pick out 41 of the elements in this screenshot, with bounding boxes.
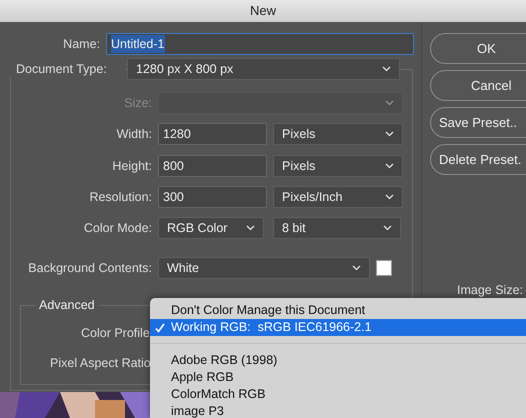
caret-icon (385, 131, 394, 137)
caret-icon (385, 100, 394, 106)
preset-button[interactable]: Save Preset.. (430, 107, 526, 138)
ok-button[interactable]: OK (430, 33, 526, 64)
menu-item[interactable]: Working RGB: sRGB IEC61966-2.1 (150, 319, 526, 336)
background-select[interactable]: White (158, 257, 370, 279)
field-label: Color Mode: (82, 220, 153, 237)
menu-item[interactable]: ColorMatch RGB (150, 386, 526, 403)
color-swatch[interactable] (376, 260, 392, 276)
unit-select[interactable]: Pixels (273, 155, 403, 177)
caret-icon (385, 194, 394, 200)
color-mode-select[interactable]: RGB Color (158, 217, 264, 239)
image-size-label: Image Size: (457, 282, 524, 299)
menu-item[interactable]: Adobe RGB (1998) (150, 352, 526, 369)
caret-icon (385, 163, 394, 169)
caret-icon (382, 66, 391, 72)
checkmark-icon (155, 322, 165, 332)
field-label: Background Contents: (27, 260, 153, 277)
field-label: Color Profile (81, 325, 150, 342)
window-title: New (250, 2, 276, 20)
unit-select[interactable]: Pixels (273, 123, 403, 145)
width-field[interactable]: 1280 (158, 123, 267, 145)
cancel-button[interactable]: Cancel (430, 70, 526, 101)
caret-icon (246, 225, 255, 231)
field-label: Width: (116, 126, 153, 143)
menu-item[interactable]: image P3 (150, 403, 526, 418)
name-field[interactable]: Untitled-1 (106, 33, 414, 55)
menu-item[interactable]: Don't Color Manage this Document (150, 302, 526, 319)
resolution-field[interactable]: 300 (158, 186, 267, 208)
caret-icon (383, 225, 392, 231)
field-label: Pixel Aspect Ratio (50, 355, 151, 372)
field-label: Name: (62, 36, 101, 53)
document-type-select[interactable]: 1280 px X 800 px (127, 58, 400, 80)
field-label: Resolution: (88, 188, 153, 206)
caret-icon (352, 265, 361, 271)
field-label: Height: (111, 158, 153, 175)
height-field[interactable]: 800 (158, 155, 267, 177)
bit-depth-select[interactable]: 8 bit (273, 217, 401, 239)
menu-item[interactable]: Apple RGB (150, 369, 526, 386)
preset-button[interactable]: Delete Preset. (430, 144, 526, 175)
unit-select[interactable]: Pixels/Inch (273, 186, 403, 208)
